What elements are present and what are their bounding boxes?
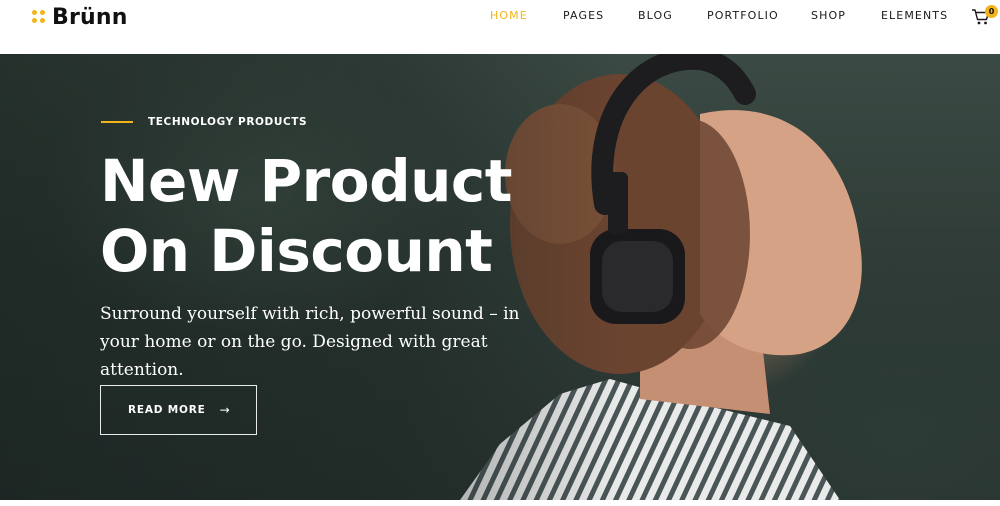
read-more-label: READ MORE bbox=[128, 404, 206, 416]
site-header: Brünn HOME PAGES BLOG PORTFOLIO SHOP ELE… bbox=[0, 0, 1000, 54]
nav-item-elements[interactable]: ELEMENTS bbox=[881, 8, 948, 24]
nav-item-portfolio[interactable]: PORTFOLIO bbox=[707, 8, 779, 24]
nav-item-home[interactable]: HOME bbox=[490, 8, 528, 24]
read-more-button[interactable]: READ MORE → bbox=[100, 385, 257, 435]
eyebrow-divider bbox=[101, 121, 133, 123]
hero-eyebrow: TECHNOLOGY PRODUCTS bbox=[148, 116, 308, 128]
hero-headline: New Product On Discount bbox=[100, 146, 600, 286]
nav-item-shop[interactable]: SHOP bbox=[811, 8, 846, 24]
arrow-right-icon: → bbox=[219, 403, 230, 417]
nav-item-blog[interactable]: BLOG bbox=[638, 8, 673, 24]
hero-headline-line1: New Product bbox=[100, 147, 513, 215]
hero-subtext: Surround yourself with rich, powerful so… bbox=[100, 304, 520, 380]
nav-item-pages[interactable]: PAGES bbox=[563, 8, 604, 24]
cart-count-badge: 0 bbox=[985, 5, 998, 18]
hero-headline-line2: On Discount bbox=[100, 217, 493, 285]
main-nav: HOME PAGES BLOG PORTFOLIO SHOP ELEMENTS bbox=[0, 8, 1000, 26]
hero-section: TECHNOLOGY PRODUCTS New Product On Disco… bbox=[0, 54, 1000, 500]
